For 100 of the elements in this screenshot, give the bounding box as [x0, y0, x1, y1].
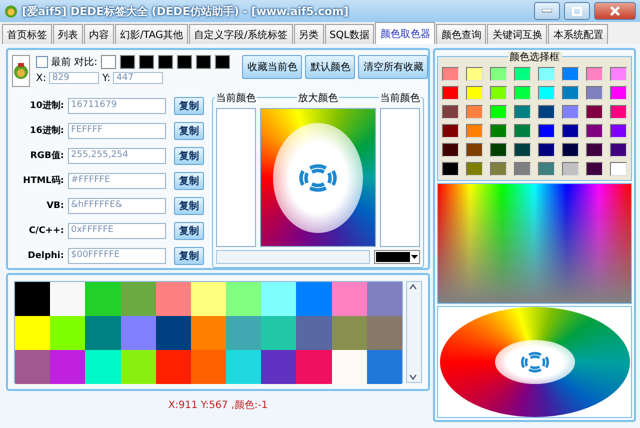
tab[interactable]: 幻影/TAG其他 [115, 24, 188, 44]
copy-button[interactable]: 复制 [174, 146, 204, 164]
contrast-swatch[interactable] [101, 55, 116, 69]
favorite-swatch[interactable] [190, 350, 226, 384]
favorite-swatch[interactable] [156, 350, 191, 384]
palette-swatch[interactable] [490, 105, 507, 119]
contrast-swatch[interactable] [196, 55, 212, 69]
palette-swatch[interactable] [538, 67, 555, 81]
palette-swatch[interactable] [562, 86, 579, 100]
color-list[interactable] [380, 108, 420, 247]
favorite-swatch[interactable] [226, 350, 262, 384]
contrast-swatch[interactable] [139, 55, 154, 69]
favorite-swatch[interactable] [120, 316, 156, 350]
palette-swatch[interactable] [490, 67, 507, 81]
copy-button[interactable]: 复制 [174, 122, 204, 140]
copy-button[interactable]: 复制 [174, 172, 204, 190]
copy-button[interactable]: 复制 [174, 246, 204, 264]
favorite-swatch[interactable] [226, 282, 262, 316]
palette-swatch[interactable] [562, 162, 579, 176]
topmost-checkbox[interactable] [36, 56, 48, 68]
favorite-swatch[interactable] [50, 282, 86, 316]
favorite-swatch[interactable] [50, 350, 86, 384]
palette-swatch[interactable] [538, 86, 555, 100]
palette-swatch[interactable] [514, 124, 531, 138]
palette-swatch[interactable] [562, 67, 579, 81]
palette-swatch[interactable] [514, 162, 531, 176]
favorite-swatch[interactable] [296, 282, 332, 316]
palette-swatch[interactable] [586, 67, 603, 81]
palette-swatch[interactable] [514, 67, 531, 81]
palette-swatch[interactable] [490, 86, 507, 100]
tab[interactable]: 颜色取色器 [375, 22, 436, 44]
tab[interactable]: 颜色查询 [436, 24, 486, 44]
favorite-swatch[interactable] [366, 316, 402, 350]
palette-swatch[interactable] [442, 124, 459, 138]
palette-swatch[interactable] [562, 124, 579, 138]
palette-swatch[interactable] [538, 143, 555, 157]
minimize-button[interactable] [534, 2, 560, 20]
contrast-swatch[interactable] [158, 55, 174, 69]
tab[interactable]: 内容 [84, 24, 114, 44]
tab[interactable]: 列表 [53, 24, 83, 44]
favorite-swatch[interactable] [85, 282, 121, 316]
favorite-swatch[interactable] [366, 282, 402, 316]
palette-swatch[interactable] [610, 105, 627, 119]
favorite-swatch[interactable] [15, 350, 50, 384]
favorite-swatch[interactable] [332, 350, 367, 384]
color-wheel-drawing[interactable] [440, 307, 630, 417]
palette-swatch[interactable] [466, 86, 483, 100]
palette-swatch[interactable] [610, 67, 627, 81]
palette-swatch[interactable] [466, 105, 483, 119]
tab[interactable]: SQL数据 [324, 24, 374, 44]
palette-swatch[interactable] [490, 143, 507, 157]
palette-swatch[interactable] [466, 162, 483, 176]
palette-swatch[interactable] [538, 105, 555, 119]
color-dropdown[interactable] [374, 250, 420, 264]
palette-swatch[interactable] [514, 105, 531, 119]
copy-button[interactable]: 复制 [174, 96, 204, 114]
contrast-swatch[interactable] [215, 55, 230, 69]
palette-swatch[interactable] [538, 162, 555, 176]
favorite-swatch[interactable] [156, 316, 191, 350]
palette-swatch[interactable] [538, 124, 555, 138]
palette-swatch[interactable] [562, 105, 579, 119]
palette-swatch[interactable] [490, 124, 507, 138]
palette-swatch[interactable] [514, 143, 531, 157]
palette-swatch[interactable] [586, 124, 603, 138]
favorite-swatch[interactable] [85, 350, 121, 384]
horizontal-scrollbar[interactable] [216, 250, 370, 264]
favorite-swatch[interactable] [120, 350, 156, 384]
favorite-swatch[interactable] [261, 350, 296, 384]
palette-swatch[interactable] [562, 143, 579, 157]
palette-swatch[interactable] [586, 105, 603, 119]
palette-swatch[interactable] [466, 143, 483, 157]
action-button[interactable]: 收藏当前色 [242, 55, 302, 79]
palette-swatch[interactable] [442, 105, 459, 119]
favorite-swatch[interactable] [190, 282, 226, 316]
favorite-swatch[interactable] [332, 282, 367, 316]
palette-swatch[interactable] [442, 86, 459, 100]
palette-swatch[interactable] [442, 143, 459, 157]
palette-swatch[interactable] [586, 143, 603, 157]
favorite-swatch[interactable] [261, 316, 296, 350]
tab[interactable]: 关键词互换 [487, 24, 548, 44]
tab[interactable]: 自定义字段/系统标签 [189, 24, 292, 44]
palette-swatch[interactable] [490, 162, 507, 176]
favorite-swatch[interactable] [50, 316, 86, 350]
picker-icon[interactable] [12, 55, 30, 87]
palette-swatch[interactable] [586, 162, 603, 176]
palette-swatch[interactable] [466, 67, 483, 81]
favorite-swatch[interactable] [85, 316, 121, 350]
contrast-swatch[interactable] [120, 55, 136, 69]
palette-swatch[interactable] [610, 124, 627, 138]
palette-swatch[interactable] [442, 162, 459, 176]
favorite-swatch[interactable] [120, 282, 156, 316]
palette-swatch[interactable] [514, 86, 531, 100]
contrast-swatch[interactable] [177, 55, 192, 69]
tab[interactable]: 首页标签 [2, 24, 52, 44]
color-list[interactable] [216, 108, 256, 247]
action-button[interactable]: 清空所有收藏 [358, 55, 428, 79]
copy-button[interactable]: 复制 [174, 196, 204, 214]
favorite-swatch[interactable] [296, 350, 332, 384]
vertical-scrollbar[interactable] [406, 281, 422, 383]
palette-swatch[interactable] [442, 67, 459, 81]
